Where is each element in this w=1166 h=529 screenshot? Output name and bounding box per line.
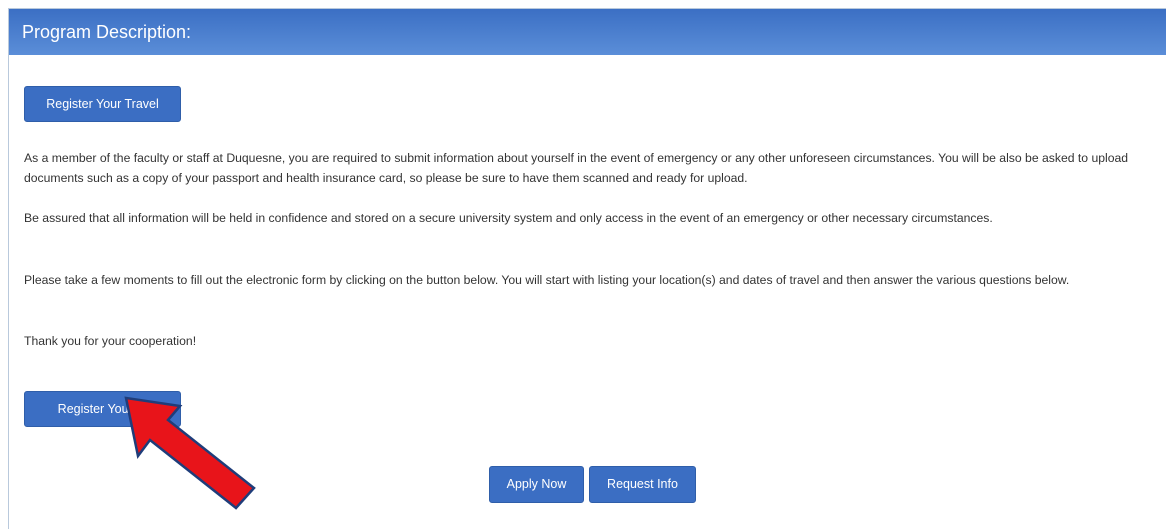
instructions-paragraph: Please take a few moments to fill out th… xyxy=(24,273,1070,287)
red-arrow-icon xyxy=(124,396,256,510)
thank-you-paragraph: Thank you for your cooperation! xyxy=(24,334,197,348)
register-travel-button-top[interactable]: Register Your Travel xyxy=(24,86,181,122)
intro-paragraph: As a member of the faculty or staff at D… xyxy=(24,151,1129,185)
red-arrow-shape xyxy=(124,396,256,510)
request-info-button[interactable]: Request Info xyxy=(589,466,696,503)
panel-title: Program Description: xyxy=(9,9,1166,55)
apply-now-button[interactable]: Apply Now xyxy=(489,466,584,503)
confidentiality-paragraph: Be assured that all information will be … xyxy=(24,211,993,225)
